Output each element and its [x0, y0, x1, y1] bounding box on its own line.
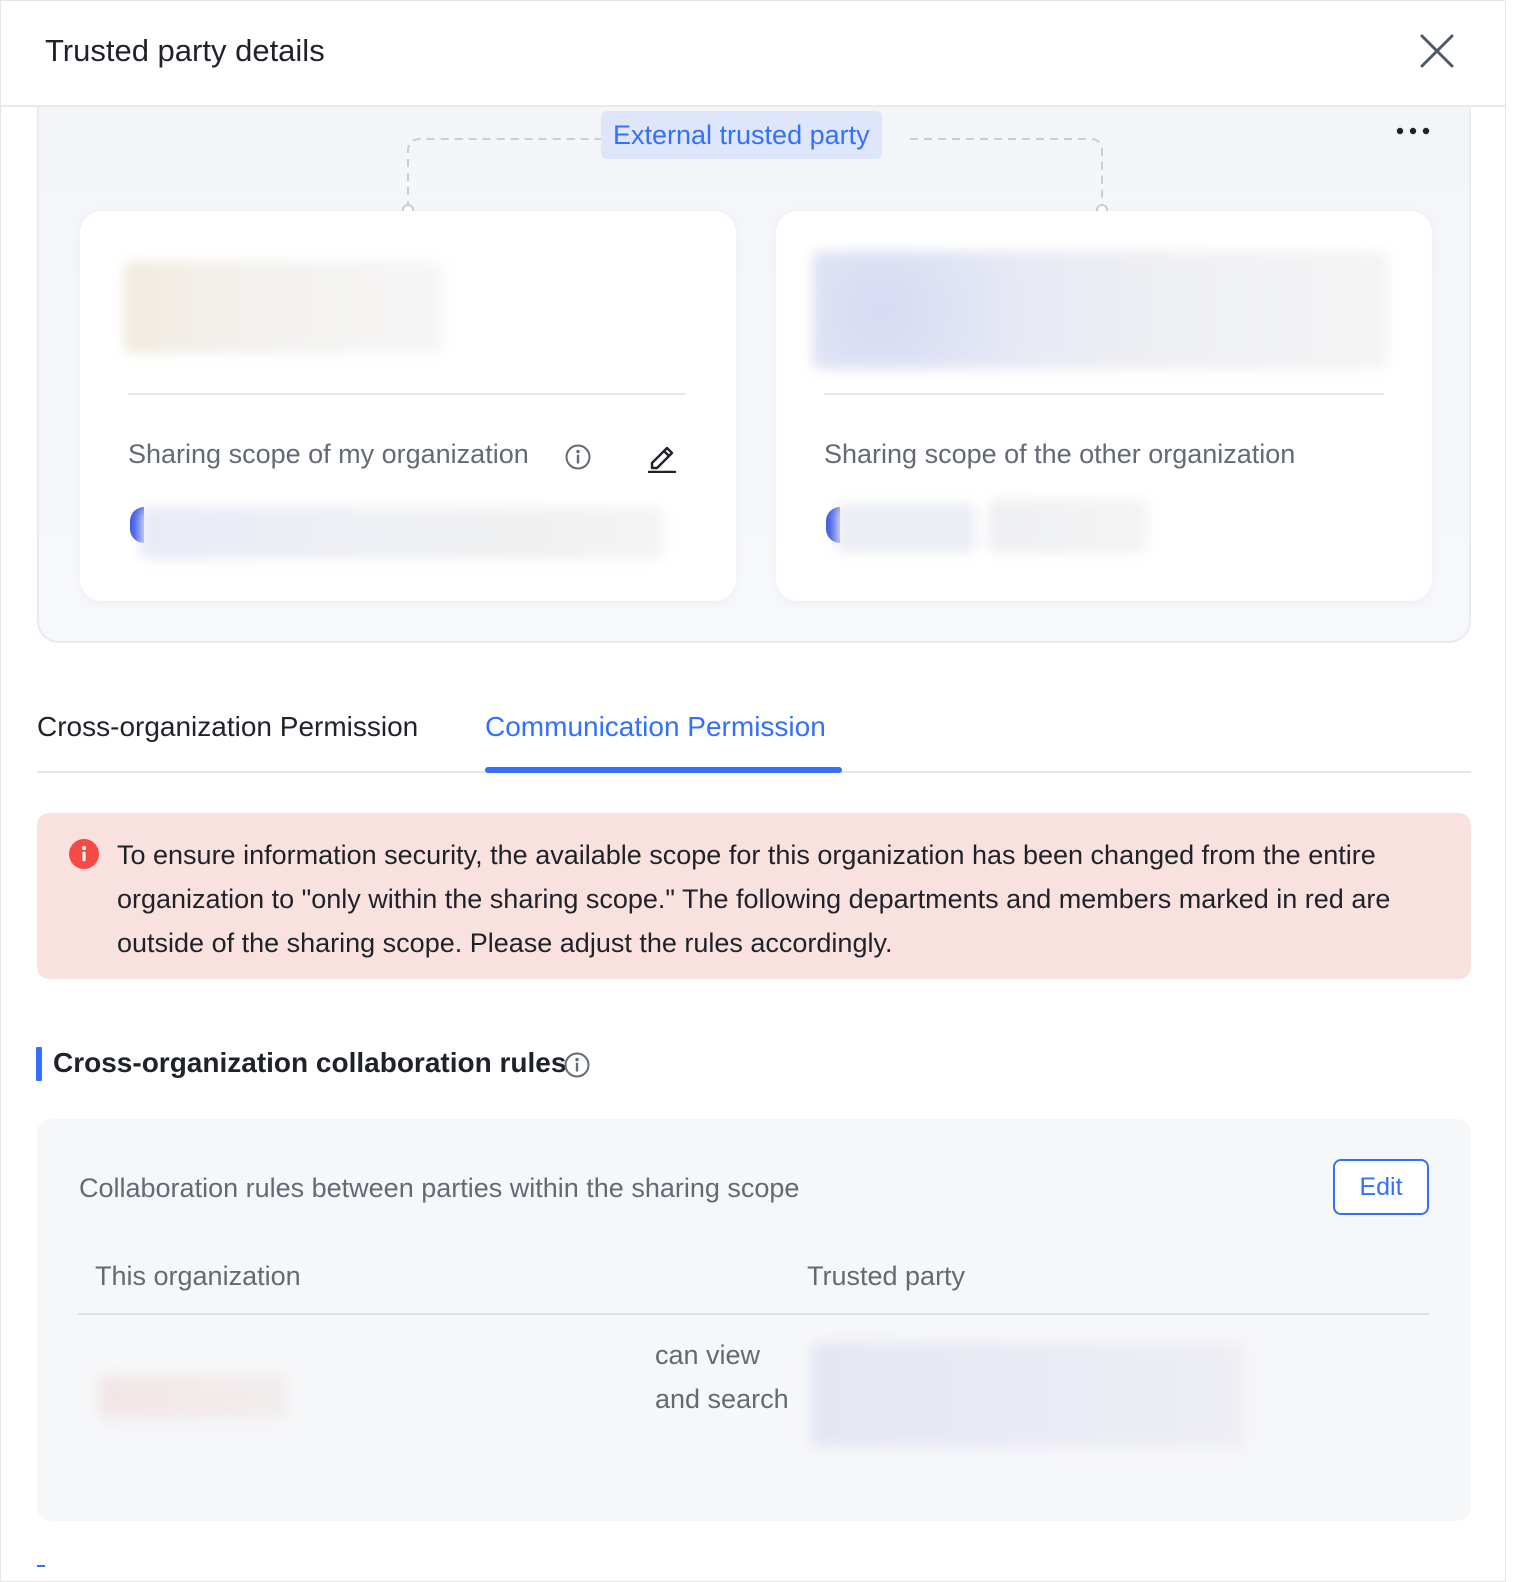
collaboration-rules-box: Collaboration rules between parties with… [37, 1119, 1471, 1521]
column-header-trusted-party: Trusted party [807, 1261, 966, 1291]
other-org-scope-member-redacted [836, 503, 976, 553]
other-org-name-redacted [812, 251, 1388, 369]
active-tab-indicator [485, 767, 842, 773]
more-options-icon[interactable] [1393, 119, 1437, 143]
dialog-header: Trusted party details [1, 1, 1505, 107]
column-header-this-organization: This organization [95, 1261, 301, 1291]
other-organization-card: Sharing scope of the other organization [776, 211, 1432, 601]
card-divider [128, 393, 686, 395]
edit-rules-button[interactable]: Edit [1333, 1159, 1429, 1215]
scroll-edge-mark [37, 1565, 45, 1567]
close-icon[interactable] [1417, 31, 1457, 71]
other-org-scope-member-redacted [988, 499, 1148, 553]
my-org-name-redacted [124, 261, 444, 353]
dialog-title: Trusted party details [45, 33, 325, 68]
my-org-scope-label: Sharing scope of my organization [128, 439, 529, 469]
tab-communication-permission[interactable]: Communication Permission [485, 711, 826, 743]
security-alert: To ensure information security, the avai… [37, 813, 1471, 979]
trusted-party-details-panel: Trusted party details External trusted p… [0, 0, 1506, 1582]
this-org-entity-redacted [99, 1375, 287, 1419]
info-icon[interactable] [564, 443, 592, 471]
table-divider [78, 1313, 1429, 1315]
collaboration-rules-title: Cross-organization collaboration rules [53, 1047, 567, 1078]
my-org-scope-members-redacted [140, 507, 664, 559]
alert-info-icon [69, 839, 99, 869]
external-trusted-party-badge: External trusted party [601, 111, 882, 159]
info-icon[interactable] [563, 1051, 591, 1079]
rules-description: Collaboration rules between parties with… [79, 1173, 800, 1203]
other-org-scope-label: Sharing scope of the other organization [824, 439, 1296, 469]
rule-relation: can view and search [655, 1340, 789, 1414]
org-overview: External trusted party Sharing scope of … [37, 107, 1471, 643]
edit-pencil-icon[interactable] [646, 439, 678, 474]
card-divider [824, 393, 1384, 395]
permission-tabs: Cross-organization Permission Communicat… [37, 701, 1471, 773]
section-accent-bar [36, 1047, 42, 1081]
trusted-party-entity-redacted [811, 1343, 1245, 1447]
alert-message: To ensure information security, the avai… [117, 840, 1391, 958]
tab-cross-organization-permission[interactable]: Cross-organization Permission [37, 711, 418, 743]
my-organization-card: Sharing scope of my organization [80, 211, 736, 601]
